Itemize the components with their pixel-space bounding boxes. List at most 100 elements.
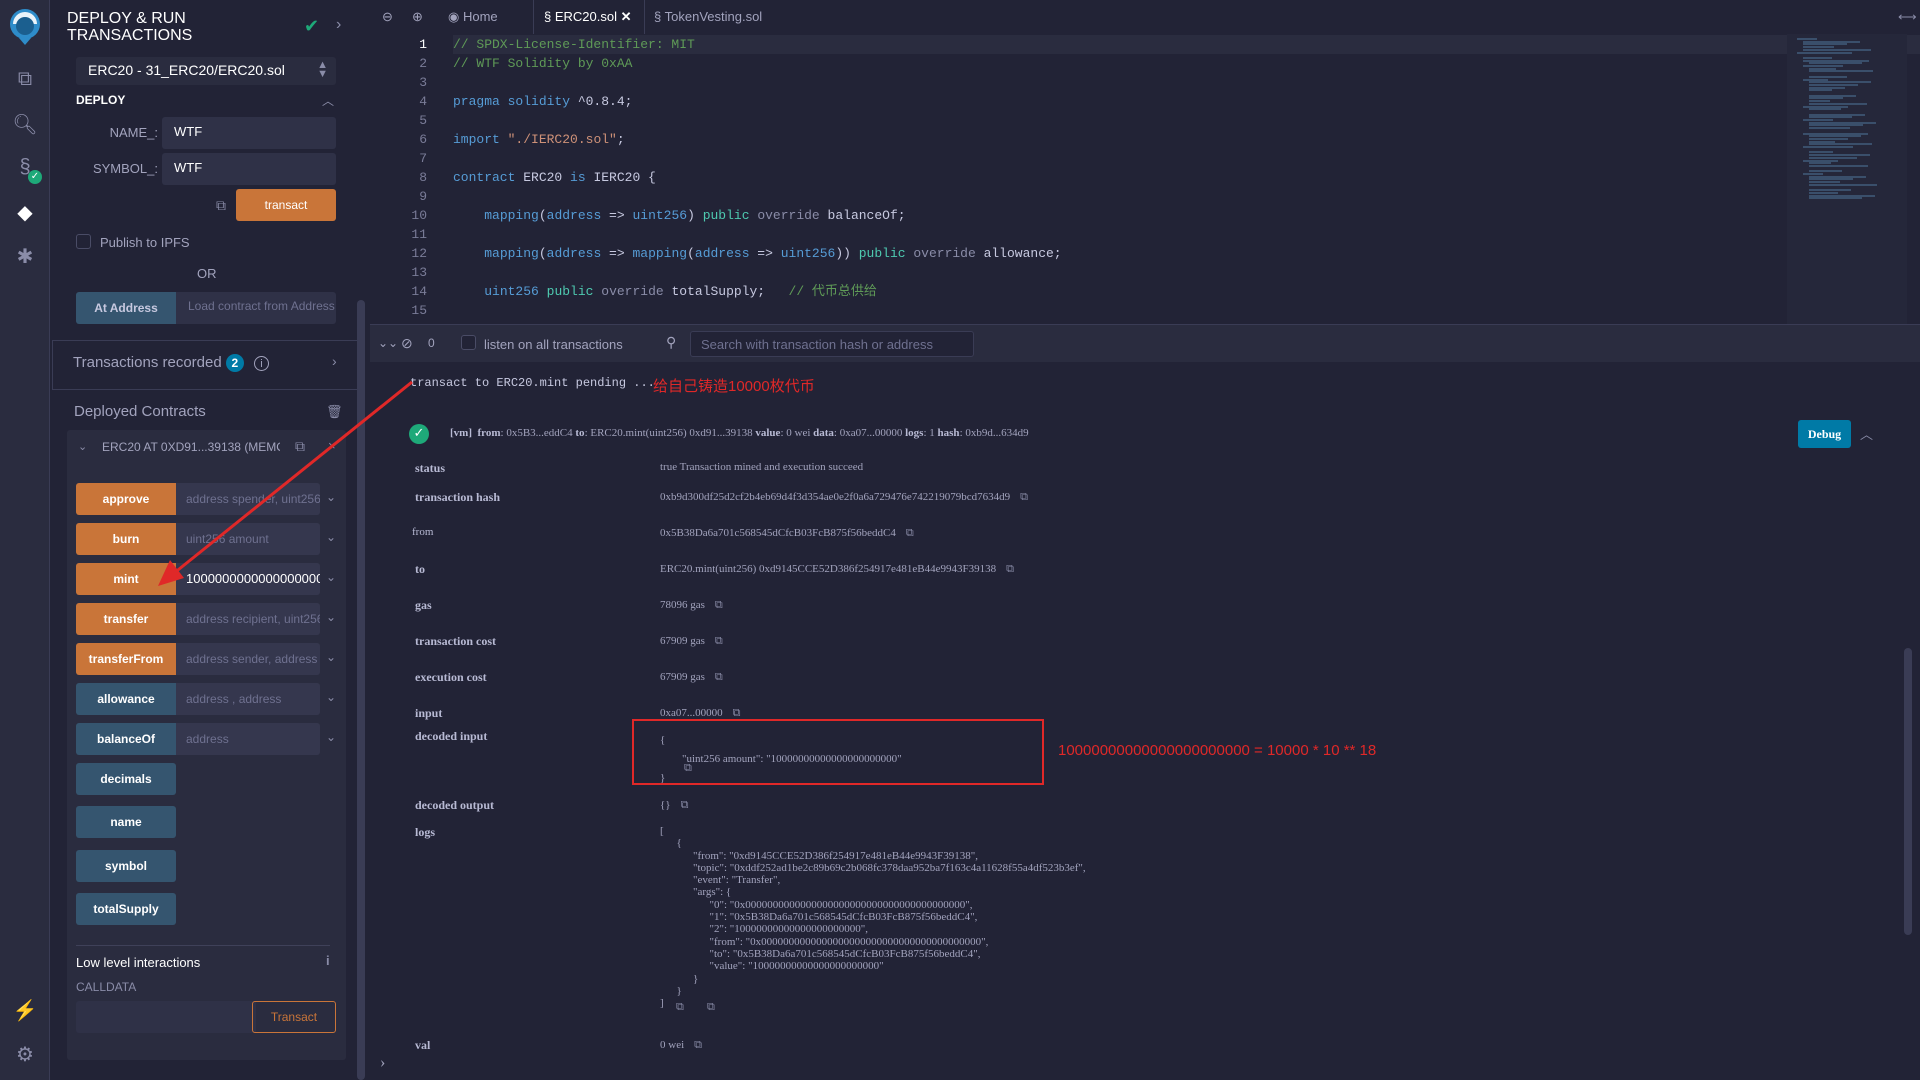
- transferFrom-button[interactable]: transferFrom: [76, 643, 176, 675]
- minimap-line: [1809, 75, 1847, 78]
- trash-icon[interactable]: 🗑︎: [326, 404, 343, 420]
- plugin-manager-icon[interactable]: ⚡: [0, 998, 50, 1023]
- chevron-right-icon[interactable]: ›: [332, 353, 337, 369]
- clear-icon[interactable]: ⊘: [401, 335, 413, 352]
- minimap-line: [1809, 137, 1848, 140]
- allowance-input[interactable]: address , address: [176, 683, 320, 715]
- terminal-scrollbar[interactable]: [1904, 648, 1912, 935]
- totalSupply-button[interactable]: totalSupply: [76, 893, 176, 925]
- copy-icon[interactable]: ⧉: [216, 197, 226, 214]
- terminal-prompt[interactable]: ›: [380, 1054, 385, 1072]
- chevron-down-icon[interactable]: ⌄: [326, 610, 336, 624]
- expand-horizontal-icon[interactable]: ⟷: [1898, 0, 1917, 34]
- decimals-button[interactable]: decimals: [76, 763, 176, 795]
- copy-icon[interactable]: ⧉: [1006, 562, 1014, 576]
- minimap-line: [1809, 113, 1865, 116]
- burn-button[interactable]: burn: [76, 523, 176, 555]
- tx-value: 67909 gas ⧉: [660, 670, 723, 684]
- or-label: OR: [197, 266, 217, 281]
- code-line[interactable]: // WTF Solidity by 0xAA: [453, 54, 632, 73]
- copy-icon[interactable]: ⧉: [1020, 490, 1028, 504]
- symbol-input[interactable]: WTF: [162, 153, 336, 185]
- mint-input[interactable]: 10000000000000000000000: [176, 563, 320, 595]
- chevron-up-icon[interactable]: ︿: [1860, 424, 1873, 443]
- balanceOf-input[interactable]: address: [176, 723, 320, 755]
- debugger-icon[interactable]: ✱: [0, 244, 50, 269]
- code-line[interactable]: mapping(address => uint256) public overr…: [453, 206, 905, 225]
- chevron-down-icon[interactable]: ⌄: [78, 440, 87, 453]
- search-icon[interactable]: 🔍︎: [0, 112, 50, 137]
- calldata-input[interactable]: [76, 1001, 256, 1033]
- contract-select[interactable]: ERC20 - 31_ERC20/ERC20.sol ▲ ▼: [76, 57, 336, 85]
- copy-icon[interactable]: ⧉: [733, 706, 741, 720]
- code-editor[interactable]: 1 2 3 4 5 6 7 8 9 10 11 12 13 14 15 // SPDX-License-Id…: [370, 34, 1920, 324]
- minimap-line: [1809, 181, 1840, 184]
- transfer-button[interactable]: transfer: [76, 603, 176, 635]
- allowance-button[interactable]: allowance: [76, 683, 176, 715]
- name-input[interactable]: WTF: [162, 117, 336, 149]
- at-address-button[interactable]: At Address: [76, 292, 176, 324]
- tx-key: to: [415, 562, 425, 576]
- name-button[interactable]: name: [76, 806, 176, 838]
- approve-button[interactable]: approve: [76, 483, 176, 515]
- code-line[interactable]: contract ERC20 is IERC20 {: [453, 168, 656, 187]
- copy-icon[interactable]: ⧉: [715, 634, 723, 648]
- approve-input[interactable]: address spender, uint256 amount: [176, 483, 320, 515]
- listen-checkbox[interactable]: [461, 335, 476, 350]
- chevron-down-icon[interactable]: ⌄: [326, 730, 336, 744]
- mint-button[interactable]: mint: [76, 563, 176, 595]
- zoom-in-icon[interactable]: ⊕: [412, 0, 423, 34]
- code-line[interactable]: pragma solidity ^0.8.4;: [453, 92, 632, 111]
- transaction-search-input[interactable]: Search with transaction hash or address: [690, 331, 974, 357]
- symbol-button[interactable]: symbol: [76, 850, 176, 882]
- chevron-down-icon[interactable]: ⌄: [326, 490, 336, 504]
- close-icon[interactable]: ×: [328, 438, 336, 453]
- copy-icon[interactable]: ⧉: [684, 761, 692, 775]
- chevron-down-icon[interactable]: ⌄: [326, 570, 336, 584]
- panel-scrollbar[interactable]: [357, 300, 365, 1080]
- code-line[interactable]: uint256 public override totalSupply; // …: [453, 282, 877, 301]
- publish-ipfs-checkbox[interactable]: [76, 234, 91, 249]
- info-icon[interactable]: i: [254, 356, 270, 371]
- low-level-transact-button[interactable]: Transact: [252, 1001, 336, 1033]
- file-explorer-icon[interactable]: ⧉: [0, 68, 50, 91]
- solidity-compiler-icon[interactable]: § ✓: [0, 156, 50, 184]
- transferFrom-input[interactable]: address sender, address recipient, uint2…: [176, 643, 320, 675]
- deploy-run-icon[interactable]: ◆: [0, 200, 50, 225]
- chevron-up-icon[interactable]: ︿: [322, 92, 334, 109]
- copy-icon[interactable]: ⧉: [694, 1038, 702, 1052]
- transaction-summary[interactable]: [vm] from: 0x5B3...eddC4 to: ERC20.mint(…: [450, 427, 1029, 439]
- transfer-input[interactable]: address recipient, uint256 amount: [176, 603, 320, 635]
- copy-icon[interactable]: ⧉: [715, 598, 723, 612]
- info-icon[interactable]: i: [326, 953, 330, 968]
- code-line[interactable]: import "./IERC20.sol";: [453, 130, 625, 149]
- burn-input[interactable]: uint256 amount: [176, 523, 320, 555]
- chevron-down-icon[interactable]: ⌄: [326, 650, 336, 664]
- copy-icon[interactable]: ⧉: [906, 526, 914, 540]
- tab-tokenvesting[interactable]: § TokenVesting.sol: [654, 0, 762, 34]
- code-line[interactable]: // SPDX-License-Identifier: MIT: [453, 35, 695, 54]
- chevron-down-icon[interactable]: ⌄: [326, 690, 336, 704]
- minimap-line: [1809, 154, 1870, 157]
- debug-button[interactable]: Debug: [1798, 420, 1851, 448]
- tab-home[interactable]: ◉ Home: [448, 0, 498, 34]
- code-line[interactable]: mapping(address => mapping(address => ui…: [453, 244, 1061, 263]
- copy-icon[interactable]: ⧉: [707, 1000, 715, 1014]
- at-address-input[interactable]: Load contract from Address: [176, 292, 336, 324]
- zoom-out-icon[interactable]: ⊖: [382, 0, 393, 34]
- transact-button[interactable]: transact: [236, 189, 336, 221]
- minimap-line: [1797, 38, 1817, 40]
- balanceOf-button[interactable]: balanceOf: [76, 723, 176, 755]
- collapse-terminal-icon[interactable]: ⌄⌄: [378, 336, 398, 350]
- copy-icon[interactable]: ⧉: [681, 798, 689, 812]
- chevron-down-icon[interactable]: ⌄: [326, 530, 336, 544]
- settings-icon[interactable]: ⚙: [0, 1042, 50, 1067]
- copy-icon[interactable]: ⧉: [715, 670, 723, 684]
- chevron-right-icon[interactable]: ›: [336, 16, 341, 34]
- close-tab-icon[interactable]: ✕: [621, 9, 632, 24]
- remix-logo-icon[interactable]: [0, 6, 50, 54]
- tab-erc20[interactable]: § ERC20.sol ✕: [533, 0, 645, 34]
- minimap[interactable]: [1787, 34, 1907, 324]
- copy-icon[interactable]: ⧉: [295, 438, 305, 455]
- copy-icon[interactable]: ⧉: [676, 1000, 684, 1014]
